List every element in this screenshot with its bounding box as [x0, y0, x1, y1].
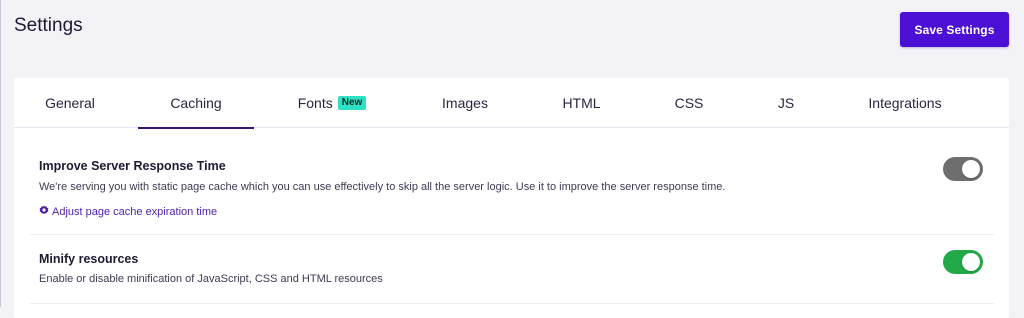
tab-label: General	[45, 95, 95, 111]
minify-resources-toggle[interactable]	[943, 250, 983, 274]
save-settings-button[interactable]: Save Settings	[900, 12, 1009, 47]
adjust-cache-expiration-link[interactable]: Adjust page cache expiration time	[39, 205, 217, 218]
tab-js[interactable]: JS	[772, 78, 800, 128]
tab-images[interactable]: Images	[438, 78, 492, 128]
tab-css[interactable]: CSS	[670, 78, 708, 128]
setting-minify-resources: Minify resources Enable or disable minif…	[30, 235, 1009, 305]
tab-html[interactable]: HTML	[559, 78, 604, 128]
tab-label: CSS	[674, 95, 704, 111]
tab-fonts[interactable]: Fonts New	[294, 78, 370, 128]
setting-title: Improve Server Response Time	[39, 159, 226, 173]
settings-panel: General Caching Fonts New Images HTML CS…	[14, 78, 1009, 318]
setting-title: Minify resources	[39, 252, 139, 266]
tab-integrations[interactable]: Integrations	[860, 78, 950, 128]
setting-server-response: Improve Server Response Time We're servi…	[30, 128, 1009, 234]
row-divider	[30, 303, 994, 304]
tab-caching[interactable]: Caching	[138, 78, 254, 129]
tab-bar: General Caching Fonts New Images HTML CS…	[14, 78, 1009, 129]
toggle-knob	[962, 253, 980, 271]
tab-label: Integrations	[868, 95, 942, 111]
tab-general[interactable]: General	[42, 78, 98, 128]
tab-label: Fonts	[297, 95, 333, 111]
page-title: Settings	[14, 15, 83, 36]
gear-icon	[39, 205, 52, 218]
setting-description: We're serving you with static page cache…	[39, 181, 726, 193]
server-response-toggle[interactable]	[943, 157, 983, 181]
setting-description: Enable or disable minification of JavaSc…	[39, 273, 383, 285]
tab-label: Caching	[170, 95, 222, 111]
link-label: Adjust page cache expiration time	[52, 205, 218, 218]
toggle-knob	[962, 160, 980, 178]
tab-label: Images	[442, 95, 488, 111]
new-badge: New	[337, 96, 367, 110]
tab-label: JS	[777, 95, 795, 111]
tab-label: HTML	[562, 95, 601, 111]
